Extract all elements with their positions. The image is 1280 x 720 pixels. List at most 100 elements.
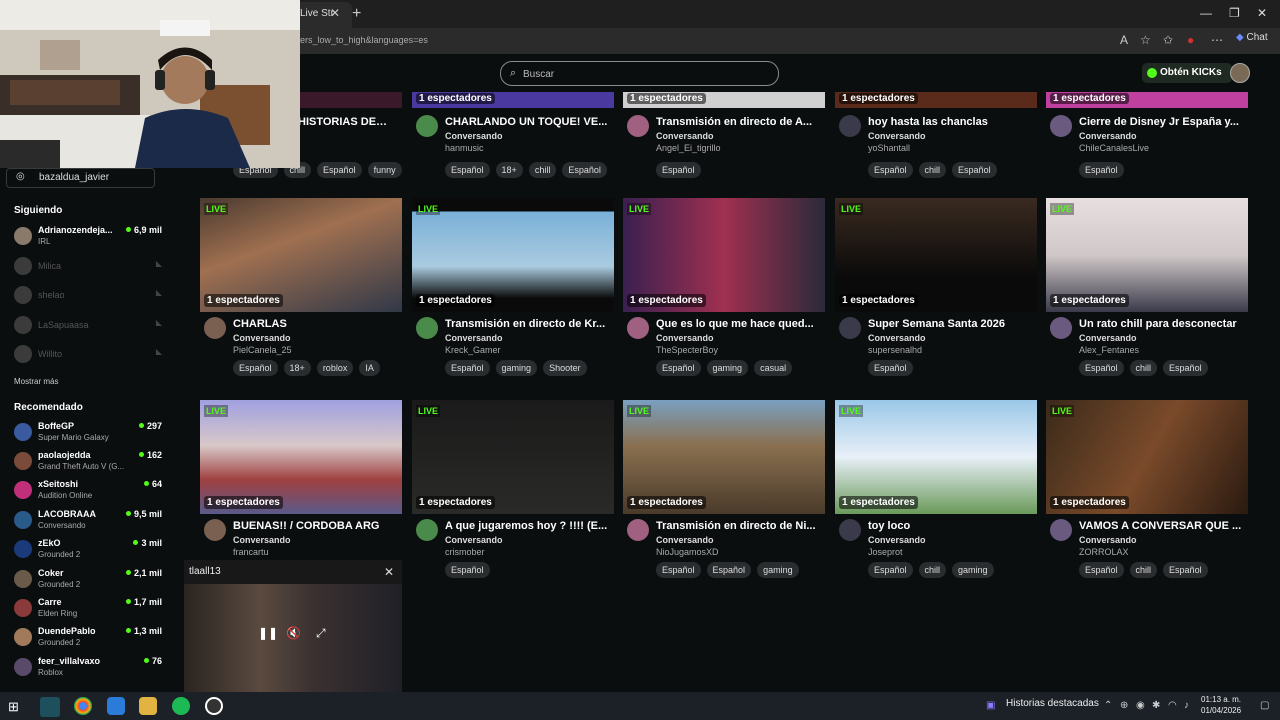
tag[interactable]: chill: [918, 162, 947, 178]
stream-thumbnail[interactable]: LIVE 1 espectadores: [623, 198, 825, 312]
channel-avatar[interactable]: [1050, 317, 1072, 339]
tag[interactable]: funny: [367, 162, 402, 178]
file-explorer-taskbar-icon[interactable]: [139, 697, 157, 715]
stream-title[interactable]: Que es lo que me hace qued...: [656, 318, 824, 330]
channel-avatar[interactable]: [416, 115, 438, 137]
stream-thumbnail[interactable]: 1 espectadores: [623, 92, 825, 108]
channel-avatar[interactable]: [839, 115, 861, 137]
channel-avatar[interactable]: [839, 519, 861, 541]
stream-category[interactable]: Conversando: [445, 131, 503, 141]
following-item-adrianozendeja[interactable]: Adrianozendeja... IRL 6,9 mil: [14, 223, 164, 249]
stream-thumbnail[interactable]: 1 espectadores: [1046, 92, 1248, 108]
stream-title[interactable]: BUENAS!! / CORDOBA ARG: [233, 520, 401, 532]
extension-icon[interactable]: ●: [1187, 33, 1194, 47]
stream-card[interactable]: LIVE 1 espectadores Transmisión en directo…: [623, 400, 825, 590]
stream-card[interactable]: LIVE 1 espectadores Transmisión en directo…: [412, 198, 614, 388]
stream-card[interactable]: 1 espectadores Cierre de Disney Jr España…: [1046, 92, 1248, 182]
tag[interactable]: chill: [918, 562, 947, 578]
recommended-item[interactable]: Coker Grounded 2 2,1 mil: [14, 566, 164, 592]
stream-title[interactable]: VAMOS A CONVERSAR QUE ...: [1079, 520, 1247, 532]
tray-app-icon[interactable]: ⊕: [1120, 700, 1128, 711]
stream-thumbnail[interactable]: LIVE 1 espectadores: [835, 198, 1037, 312]
stream-title[interactable]: A que jugaremos hoy ? !!!! (E...: [445, 520, 613, 532]
tag[interactable]: 18+: [495, 162, 523, 178]
stream-thumbnail[interactable]: LIVE 1 espectadores: [412, 400, 614, 514]
search-box[interactable]: ⌕: [500, 61, 779, 86]
search-input[interactable]: [523, 65, 763, 83]
channel-name[interactable]: Joseprot: [868, 547, 903, 557]
channel-name[interactable]: Kreck_Gamer: [445, 345, 501, 355]
stream-thumbnail[interactable]: LIVE 1 espectadores: [1046, 400, 1248, 514]
stream-thumbnail[interactable]: 1 espectadores: [835, 92, 1037, 108]
stream-card[interactable]: LIVE 1 espectadores A que jugaremos hoy ? …: [412, 400, 614, 590]
channel-avatar[interactable]: [627, 115, 649, 137]
stream-category[interactable]: Conversando: [868, 131, 926, 141]
stream-thumbnail[interactable]: 1 espectadores: [412, 92, 614, 108]
recommended-item[interactable]: xSeitoshi Audition Online 64: [14, 477, 164, 503]
stream-title[interactable]: Super Semana Santa 2026: [868, 318, 1036, 330]
tag[interactable]: Español: [1079, 360, 1124, 376]
restore-icon[interactable]: ❐: [1229, 6, 1240, 20]
stream-title[interactable]: hoy hasta las chanclas: [868, 116, 1036, 128]
recommended-item[interactable]: DuendePablo Grounded 2 1,3 mil: [14, 624, 164, 650]
stream-category[interactable]: Conversando: [445, 535, 503, 545]
get-kicks-button[interactable]: Obtén KICKs: [1142, 63, 1232, 83]
start-menu-icon[interactable]: ⊞: [8, 699, 26, 717]
tag[interactable]: Español: [1163, 360, 1208, 376]
tag[interactable]: Español: [445, 562, 490, 578]
channel-name[interactable]: yoShantall: [868, 143, 910, 153]
recommended-item[interactable]: LACOBRAAA Conversando 9,5 mil: [14, 507, 164, 533]
tag[interactable]: gaming: [706, 360, 749, 376]
channel-name[interactable]: supersenalhd: [868, 345, 922, 355]
channel-avatar[interactable]: [1050, 519, 1072, 541]
spotify-taskbar-icon[interactable]: [172, 697, 190, 715]
channel-name[interactable]: ZORROLAX: [1079, 547, 1129, 557]
tag[interactable]: 18+: [283, 360, 311, 376]
channel-avatar[interactable]: [627, 317, 649, 339]
channel-name[interactable]: ChileCanalesLive: [1079, 143, 1149, 153]
channel-name[interactable]: crismober: [445, 547, 485, 557]
stream-title[interactable]: toy loco: [868, 520, 1036, 532]
channel-avatar[interactable]: [204, 519, 226, 541]
stream-thumbnail[interactable]: LIVE 1 espectadores: [200, 198, 402, 312]
channel-avatar[interactable]: [1050, 115, 1072, 137]
tag[interactable]: Español: [1163, 562, 1208, 578]
tray-bluetooth-icon[interactable]: ✱: [1152, 700, 1160, 711]
stream-title[interactable]: CHARLANDO UN TOQUE! VE...: [445, 116, 613, 128]
tag[interactable]: chill: [1129, 360, 1158, 376]
tag[interactable]: Español: [1079, 562, 1124, 578]
recommended-item[interactable]: feer_villalvaxo Roblox 76: [14, 654, 164, 680]
stream-category[interactable]: Conversando: [1079, 535, 1137, 545]
stream-category[interactable]: Conversando: [1079, 333, 1137, 343]
mini-player[interactable]: tlaall13 ✕ ❚❚ 🔇 ⤢: [184, 560, 402, 692]
recommended-item[interactable]: paolaojedda Grand Theft Auto V (G... 162: [14, 448, 164, 474]
chrome-taskbar-icon[interactable]: [74, 697, 92, 715]
tag[interactable]: Español: [868, 562, 913, 578]
read-aloud-icon[interactable]: A: [1120, 33, 1128, 47]
channel-name[interactable]: Alex_Fentanes: [1079, 345, 1139, 355]
tag[interactable]: Español: [868, 162, 913, 178]
stream-title[interactable]: Transmisión en directo de A...: [656, 116, 824, 128]
channel-name[interactable]: TheSpecterBoy: [656, 345, 718, 355]
tag[interactable]: Español: [562, 162, 607, 178]
tag[interactable]: Español: [1079, 162, 1124, 178]
highlights-label[interactable]: Historias destacadas: [1006, 698, 1099, 709]
copilot-chat-button[interactable]: ◆ Chat: [1236, 32, 1268, 43]
channel-avatar[interactable]: [627, 519, 649, 541]
new-tab-icon[interactable]: +: [352, 5, 361, 23]
more-menu-icon[interactable]: ⋯: [1211, 33, 1223, 47]
mute-icon[interactable]: 🔇: [286, 626, 301, 640]
following-item-milica[interactable]: Milica ◣: [14, 253, 164, 279]
recommended-item[interactable]: zEkO Grounded 2 3 mil: [14, 536, 164, 562]
tag[interactable]: gaming: [757, 562, 799, 578]
recommended-item[interactable]: Carre Elden Ring 1,7 mil: [14, 595, 164, 621]
minimize-icon[interactable]: —: [1200, 6, 1212, 20]
stream-category[interactable]: Conversando: [656, 131, 714, 141]
stream-thumbnail[interactable]: LIVE 1 espectadores: [412, 198, 614, 312]
tag[interactable]: Español: [445, 162, 490, 178]
close-window-icon[interactable]: ✕: [1257, 6, 1267, 20]
tag[interactable]: roblox: [316, 360, 354, 376]
tag[interactable]: gaming: [495, 360, 538, 376]
volume-icon[interactable]: ♪: [1184, 700, 1189, 711]
stream-category[interactable]: Conversando: [868, 535, 926, 545]
